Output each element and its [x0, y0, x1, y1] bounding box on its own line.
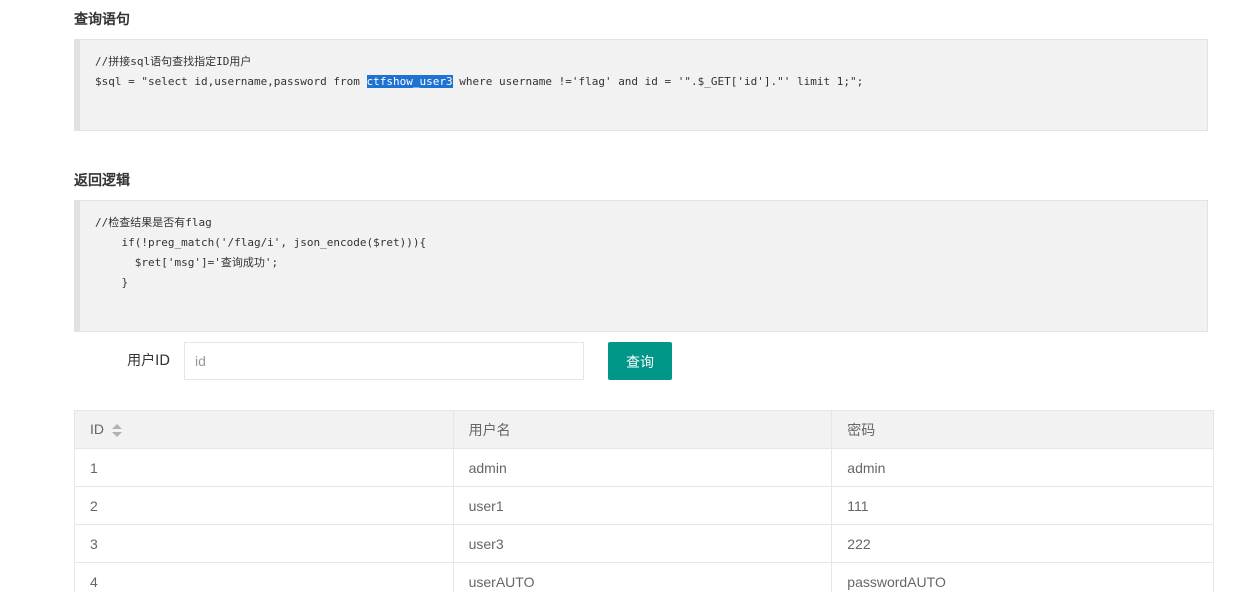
user-id-label: 用户ID	[127, 353, 170, 369]
sql-after: where username !='flag' and id = '".$_GE…	[452, 75, 864, 88]
cell-password: 222	[831, 524, 1214, 563]
return-code-comment: //检查结果是否有flag	[95, 216, 212, 229]
user-id-input[interactable]	[184, 342, 584, 380]
cell-username: userAUTO	[452, 562, 833, 592]
cell-id: 4	[74, 562, 454, 592]
sort-icon[interactable]	[112, 423, 122, 438]
results-table: ID 用户名 密码 1 admin admin 2 user1 111 3 us…	[74, 410, 1214, 592]
return-code-msg: $ret['msg']='查询成功';	[95, 256, 279, 269]
query-code-sql: $sql = "select id,username,password from…	[95, 72, 1207, 92]
column-header-id[interactable]: ID	[74, 410, 454, 449]
cell-username: user1	[452, 486, 833, 525]
return-code-block: //检查结果是否有flag if(!preg_match('/flag/i', …	[74, 200, 1208, 332]
table-row: 1 admin admin	[74, 448, 1214, 487]
return-code-if: if(!preg_match('/flag/i', json_encode($r…	[95, 236, 427, 249]
query-button[interactable]: 查询	[608, 342, 672, 380]
table-row: 4 userAUTO passwordAUTO	[74, 562, 1214, 592]
sql-table-name-selected[interactable]: ctfshow_user3	[366, 75, 453, 88]
column-header-id-label: ID	[90, 421, 104, 438]
return-section-title: 返回逻辑	[74, 173, 130, 189]
page: 查询语句 //拼接sql语句查找指定ID用户 $sql = "select id…	[0, 0, 1252, 592]
cell-username: admin	[452, 448, 833, 487]
cell-password: passwordAUTO	[831, 562, 1214, 592]
cell-id: 2	[74, 486, 454, 525]
return-code-close: }	[95, 276, 129, 289]
cell-username: user3	[452, 524, 833, 563]
cell-id: 3	[74, 524, 454, 563]
cell-password: 111	[831, 486, 1214, 525]
column-header-password: 密码	[831, 410, 1214, 449]
sql-before: $sql = "select id,username,password from	[95, 75, 367, 88]
table-row: 3 user3 222	[74, 524, 1214, 563]
table-header-row: ID 用户名 密码	[74, 410, 1214, 449]
query-form: 用户ID 查询	[74, 342, 774, 380]
query-code-comment: //拼接sql语句查找指定ID用户	[95, 55, 252, 68]
cell-id: 1	[74, 448, 454, 487]
query-code-block: //拼接sql语句查找指定ID用户 $sql = "select id,user…	[74, 39, 1208, 131]
query-section-title: 查询语句	[74, 12, 130, 28]
cell-password: admin	[831, 448, 1214, 487]
column-header-username: 用户名	[452, 410, 833, 449]
table-row: 2 user1 111	[74, 486, 1214, 525]
